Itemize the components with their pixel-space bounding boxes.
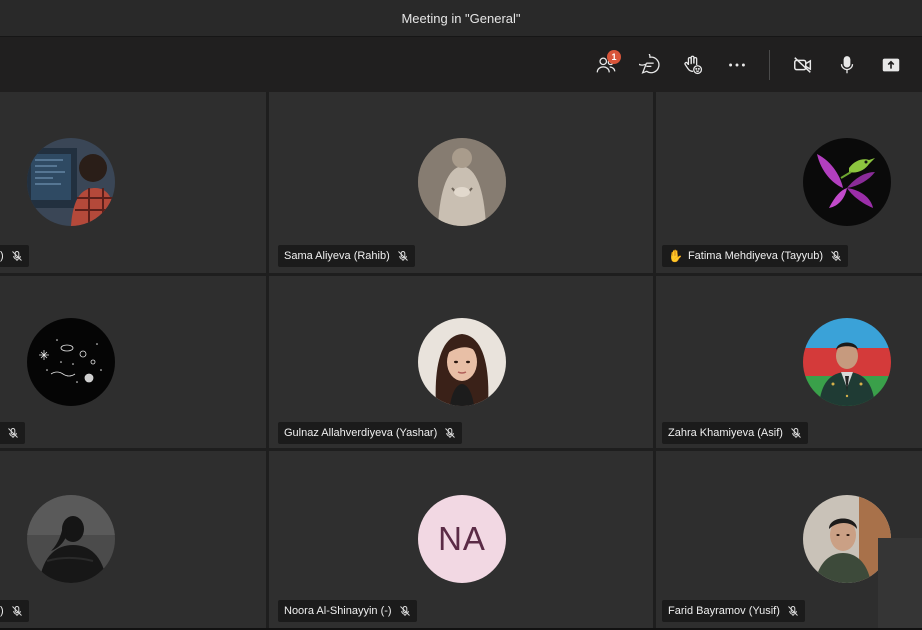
participant-tile[interactable]: Farid Bayramov (Yusif) (656, 451, 922, 628)
participant-name-bar: ) (0, 245, 29, 267)
participant-tile[interactable]: Zahra Khamiyeva (Asif) (656, 276, 922, 448)
participants-button[interactable]: 1 (590, 49, 622, 81)
avatar-photo-vintage-figure (418, 138, 506, 226)
avatar-photo-woman-portrait (418, 318, 506, 406)
mic-muted-icon (399, 606, 410, 616)
participant-tile[interactable]: Sama Aliyeva (Rahib) (269, 92, 653, 273)
participant-tile[interactable]: ) (0, 92, 266, 273)
window-title-bar: Meeting in "General" (0, 0, 922, 37)
participant-name: ) (0, 605, 4, 617)
raise-hand-icon (684, 55, 703, 75)
raise-hand-button[interactable] (677, 49, 709, 81)
avatar-drawing-space (27, 318, 115, 406)
participant-name: Noora Al-Shinayyin (-) (284, 605, 392, 617)
avatar-illustration-bird-flower (803, 138, 891, 226)
camera-toggle-button[interactable] (787, 49, 819, 81)
participant-name-bar: Gulnaz Allahverdiyeva (Yashar) (278, 422, 463, 444)
share-screen-button[interactable] (875, 49, 907, 81)
mic-muted-icon (11, 606, 22, 616)
microphone-icon (840, 56, 854, 74)
mic-muted-icon (397, 251, 408, 261)
participant-name: Sama Aliyeva (Rahib) (284, 250, 390, 262)
participant-name-bar: Zahra Khamiyeva (Asif) (662, 422, 808, 444)
mic-muted-icon (445, 428, 456, 438)
raised-hand-icon: ✋ (668, 249, 683, 263)
participant-name: Farid Bayramov (Yusif) (668, 605, 780, 617)
camera-off-icon (794, 57, 812, 73)
participant-name: ) (0, 250, 4, 262)
mic-muted-icon (8, 428, 18, 438)
participant-name: Fatima Mehdiyeva (Tayyub) (687, 250, 824, 262)
participant-tile[interactable]: Gulnaz Allahverdiyeva (Yashar) (269, 276, 653, 448)
participant-name-bar: Farid Bayramov (Yusif) (662, 600, 805, 622)
participant-tile[interactable]: ) (0, 451, 266, 628)
avatar-photo-person-at-computer (27, 138, 115, 226)
participant-name-bar: Noora Al-Shinayyin (-) (278, 600, 417, 622)
microphone-button[interactable] (831, 49, 863, 81)
mic-muted-icon (791, 428, 801, 438)
mic-muted-icon (11, 251, 22, 261)
toolbar-divider (769, 50, 770, 80)
avatar-photo-silhouette (27, 495, 115, 583)
chat-button[interactable] (634, 49, 666, 81)
window-title: Meeting in "General" (401, 10, 521, 26)
participant-avatar (418, 318, 506, 406)
participants-badge: 1 (607, 50, 621, 64)
mic-muted-icon (831, 251, 841, 261)
participant-avatar (27, 495, 115, 583)
participant-name-bar: ✋ Fatima Mehdiyeva (Tayyub) (662, 245, 849, 267)
participant-tile[interactable] (0, 276, 266, 448)
video-grid: ) Sama Aliyeva (Rahib) ✋ Fatima Mehdiyev… (0, 92, 922, 628)
participant-name: Zahra Khamiyeva (Asif) (668, 427, 783, 439)
participant-avatar (27, 138, 115, 226)
more-options-button[interactable] (721, 49, 753, 81)
participant-name: Gulnaz Allahverdiyeva (Yashar) (284, 427, 438, 439)
participant-avatar (803, 138, 891, 226)
participant-initials-avatar: NA (418, 495, 506, 583)
chat-icon (639, 54, 660, 74)
participant-tile[interactable]: NA Noora Al-Shinayyin (-) (269, 451, 653, 628)
participant-avatar (803, 318, 891, 406)
self-view-corner (878, 538, 922, 628)
participant-name-bar: ) (0, 600, 29, 622)
mic-muted-icon (788, 606, 798, 616)
share-screen-icon (882, 58, 900, 72)
more-options-icon (729, 63, 745, 67)
participant-tile[interactable]: ✋ Fatima Mehdiyeva (Tayyub) (656, 92, 922, 273)
meeting-toolbar: 1 (0, 37, 922, 92)
participant-avatar (27, 318, 115, 406)
avatar-photo-man-uniform (803, 318, 891, 406)
participant-avatar (418, 138, 506, 226)
participant-name-bar (0, 422, 25, 444)
participant-name-bar: Sama Aliyeva (Rahib) (278, 245, 415, 267)
